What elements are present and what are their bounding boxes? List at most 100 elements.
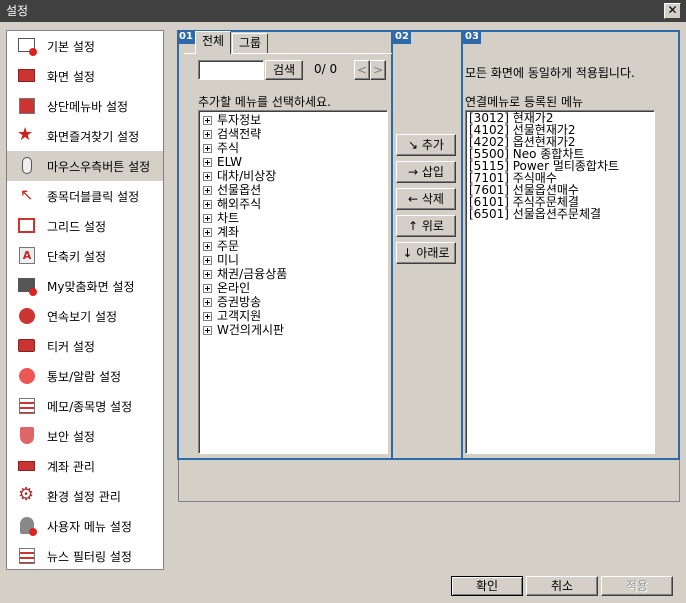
- list-item[interactable]: [6501] 선물옵션주문체결: [466, 208, 654, 220]
- sidebar-item-env[interactable]: ⚙ 환경 설정 관리: [7, 481, 163, 511]
- sidebar-item-security[interactable]: 보안 설정: [7, 421, 163, 451]
- expand-icon[interactable]: [203, 213, 212, 223]
- star-icon: ★: [17, 124, 34, 145]
- sidebar-item-label: 종목더블클릭 설정: [47, 189, 140, 204]
- tree-item[interactable]: ELW: [199, 155, 387, 169]
- sidebar-item-label: 마우스우측버튼 설정: [47, 159, 151, 174]
- expand-icon[interactable]: [203, 171, 212, 181]
- tree-item[interactable]: 주식: [199, 141, 387, 155]
- search-button[interactable]: 검색: [265, 60, 303, 80]
- tree-item[interactable]: 계좌: [199, 225, 387, 239]
- ok-button[interactable]: 확인: [451, 576, 523, 596]
- registered-menu-list[interactable]: [3012] 현재가2 [4102] 선물현재가2 [4202] 옵션현재가2 …: [465, 110, 655, 454]
- move-down-button[interactable]: ↓ 아래로: [396, 242, 456, 264]
- sidebar-item-label: 계좌 관리: [47, 459, 95, 474]
- expand-icon[interactable]: [203, 199, 212, 209]
- sidebar-item-ticker[interactable]: 티커 설정: [7, 331, 163, 361]
- cancel-button[interactable]: 취소: [526, 576, 598, 596]
- sidebar-item-basic[interactable]: 기본 설정: [7, 31, 163, 61]
- tab-all[interactable]: 전체: [195, 31, 232, 54]
- section-badge-03: 03: [463, 30, 481, 44]
- sidebar-item-label: 메모/종목명 설정: [47, 399, 133, 414]
- tree-item[interactable]: 온라인: [199, 281, 387, 295]
- sidebar-item-label: 연속보기 설정: [47, 309, 118, 324]
- expand-icon[interactable]: [203, 129, 212, 139]
- sidebar-item-doubleclick[interactable]: ↖ 종목더블클릭 설정: [7, 181, 163, 211]
- tree-item[interactable]: 주문: [199, 239, 387, 253]
- sidebar-item-user-menu[interactable]: 사용자 메뉴 설정: [7, 511, 163, 541]
- expand-icon[interactable]: [203, 143, 212, 153]
- delete-button[interactable]: ← 삭제: [396, 188, 456, 210]
- account-icon: [17, 456, 37, 476]
- tree-item[interactable]: 검색전략: [199, 127, 387, 141]
- search-counter: 0/ 0: [314, 62, 338, 76]
- sidebar-item-label: 환경 설정 관리: [47, 489, 121, 504]
- sidebar-item-label: 보안 설정: [47, 429, 95, 444]
- tree-item[interactable]: 차트: [199, 211, 387, 225]
- grid-icon: [17, 216, 37, 236]
- expand-icon[interactable]: [203, 185, 212, 195]
- sidebar-item-label: 사용자 메뉴 설정: [47, 519, 132, 534]
- sidebar-item-news-filter[interactable]: 뉴스 필터링 설정: [7, 541, 163, 569]
- shield-icon: [17, 426, 37, 446]
- news-icon: [17, 546, 37, 566]
- tree-item[interactable]: 채권/금융상품: [199, 267, 387, 281]
- close-button[interactable]: ✕: [664, 3, 681, 19]
- expand-icon[interactable]: [203, 311, 212, 321]
- expand-icon[interactable]: [203, 325, 212, 335]
- sidebar-item-label: 상단메뉴바 설정: [47, 99, 129, 114]
- tree-item[interactable]: 고객지원: [199, 309, 387, 323]
- sidebar-item-label: 화면즐겨찾기 설정: [47, 129, 140, 144]
- tree-item[interactable]: 선물옵션: [199, 183, 387, 197]
- cursor-icon: ↖: [20, 185, 34, 204]
- memo-icon: [17, 396, 37, 416]
- insert-button[interactable]: → 삽입: [396, 161, 456, 183]
- expand-icon[interactable]: [203, 227, 212, 237]
- user-icon: [17, 516, 37, 536]
- sidebar-item-mouse-right[interactable]: 마우스우측버튼 설정: [7, 151, 163, 181]
- expand-icon[interactable]: [203, 283, 212, 293]
- expand-icon[interactable]: [203, 269, 212, 279]
- tree-item[interactable]: 대차/비상장: [199, 169, 387, 183]
- add-button[interactable]: ↘ 추가: [396, 134, 456, 156]
- move-up-button[interactable]: ↑ 위로: [396, 215, 456, 237]
- expand-icon[interactable]: [203, 157, 212, 167]
- sidebar-item-label: 뉴스 필터링 설정: [47, 549, 132, 564]
- alarm-icon: [17, 366, 37, 386]
- menu-tree[interactable]: 투자정보 검색전략 주식 ELW 대차/비상장 선물옵션 해외주식 차트 계좌 …: [198, 110, 388, 454]
- sidebar-item-label: 통보/알람 설정: [47, 369, 122, 384]
- settings-sidebar: 기본 설정 화면 설정 상단메뉴바 설정 ★ 화면즐겨찾기 설정 마우스우측버튼…: [6, 30, 164, 570]
- sidebar-item-account[interactable]: 계좌 관리: [7, 451, 163, 481]
- sidebar-item-screen[interactable]: 화면 설정: [7, 61, 163, 91]
- sidebar-item-memo[interactable]: 메모/종목명 설정: [7, 391, 163, 421]
- tree-item[interactable]: 투자정보: [199, 113, 387, 127]
- next-result-button[interactable]: >: [370, 60, 386, 80]
- section-badge-02: 02: [393, 30, 411, 44]
- sidebar-item-my-screen[interactable]: My맞춤화면 설정: [7, 271, 163, 301]
- expand-icon[interactable]: [203, 115, 212, 125]
- section-badge-01: 01: [177, 30, 195, 44]
- tab-group[interactable]: 그룹: [232, 33, 269, 53]
- tree-item[interactable]: 미니: [199, 253, 387, 267]
- expand-icon[interactable]: [203, 255, 212, 265]
- sidebar-item-grid[interactable]: 그리드 설정: [7, 211, 163, 241]
- tree-item[interactable]: 해외주식: [199, 197, 387, 211]
- expand-icon[interactable]: [203, 241, 212, 251]
- window-title: 설정: [6, 4, 29, 18]
- sidebar-item-favorites[interactable]: ★ 화면즐겨찾기 설정: [7, 121, 163, 151]
- tree-item[interactable]: 증권방송: [199, 295, 387, 309]
- sidebar-item-alarm[interactable]: 통보/알람 설정: [7, 361, 163, 391]
- search-input[interactable]: [198, 60, 264, 80]
- sidebar-item-label: 티커 설정: [47, 339, 95, 354]
- close-icon: ✕: [667, 3, 678, 17]
- sidebar-item-continuous-view[interactable]: 연속보기 설정: [7, 301, 163, 331]
- chevron-left-icon: <: [356, 63, 368, 77]
- mouse-icon: [17, 156, 37, 176]
- prev-result-button[interactable]: <: [354, 60, 370, 80]
- sidebar-item-shortcut[interactable]: A 단축키 설정: [7, 241, 163, 271]
- apply-button[interactable]: 적용: [601, 576, 673, 596]
- title-bar: 설정 ✕: [0, 0, 686, 22]
- expand-icon[interactable]: [203, 297, 212, 307]
- sidebar-item-menubar[interactable]: 상단메뉴바 설정: [7, 91, 163, 121]
- tree-item[interactable]: W건의게시판: [199, 323, 387, 337]
